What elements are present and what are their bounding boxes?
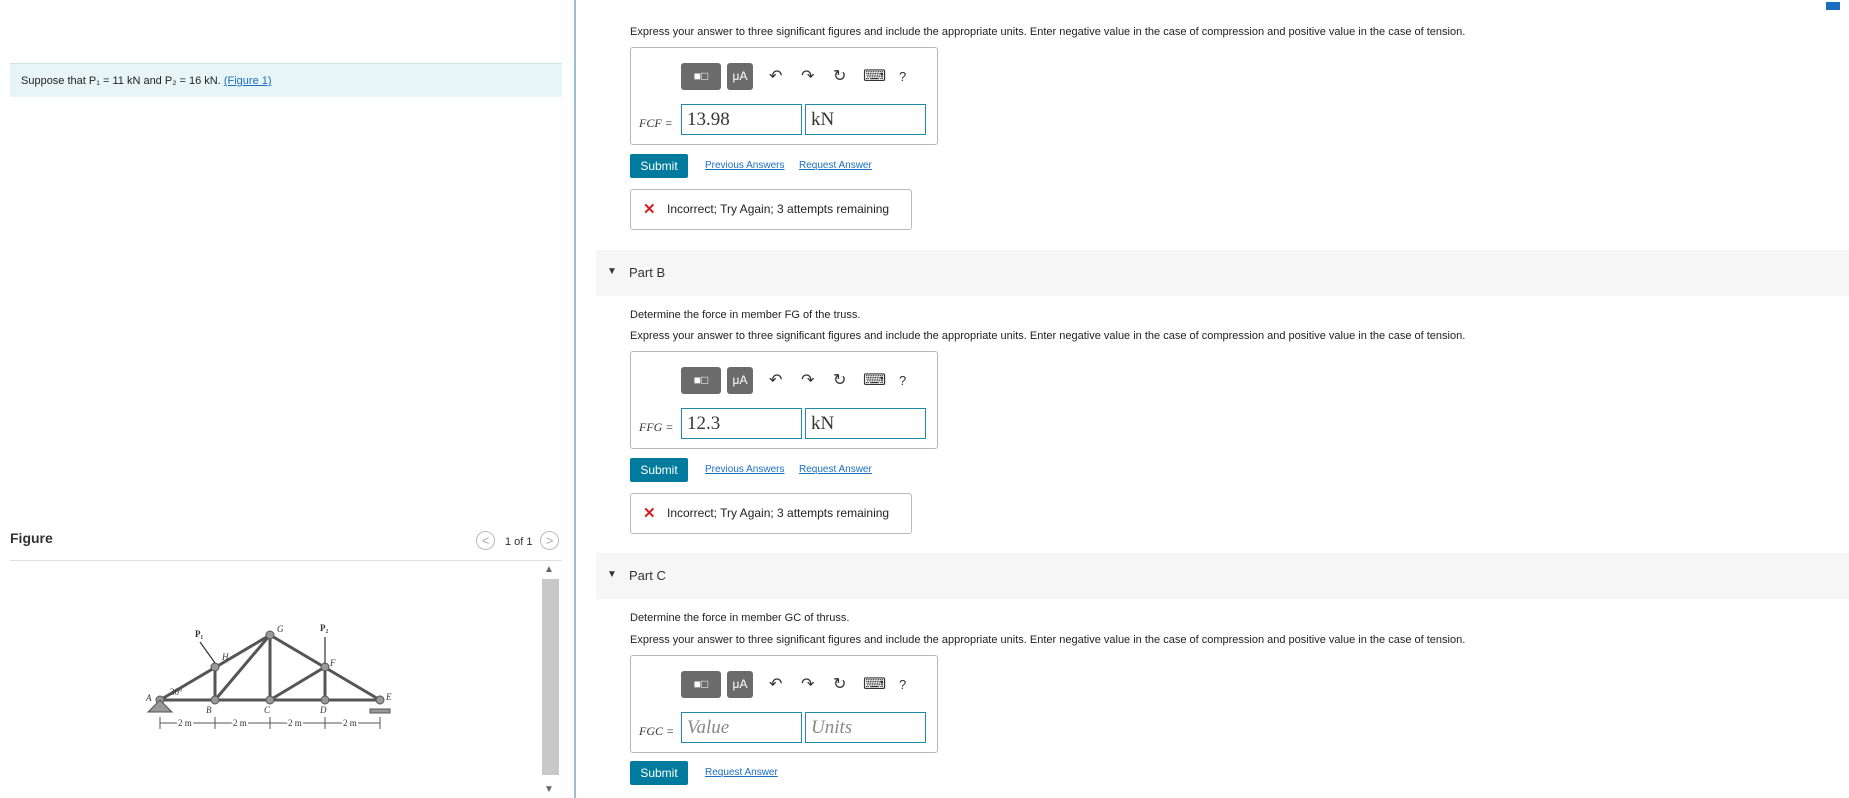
truss-figure: P₁ P₂ A B C D E F G H 30° 2 m 2 m 2 m 2 … — [145, 623, 392, 730]
label-g: G — [277, 624, 284, 634]
templates-button[interactable]: ■□ — [681, 671, 721, 698]
scroll-thumb[interactable] — [542, 579, 559, 775]
figure-title: Figure — [10, 530, 53, 546]
incorrect-icon: ✕ — [643, 505, 656, 522]
templates-button[interactable]: ■□ — [681, 63, 721, 90]
part-a-instructions: Express your answer to three significant… — [630, 26, 1466, 38]
label-a: A — [145, 693, 152, 703]
part-a-toolbar: ■□ μA ↶ ↷ ↻ ⌨ ? — [681, 63, 906, 90]
figure-link[interactable]: (Figure 1) — [224, 75, 272, 87]
dim-cd: 2 m — [288, 718, 302, 728]
part-b-answer-box: ■□ μA ↶ ↷ ↻ ⌨ ? FFG = 12.3 kN — [630, 351, 938, 449]
reset-icon[interactable]: ↻ — [833, 674, 846, 694]
templates-button[interactable]: ■□ — [681, 367, 721, 394]
scroll-down-icon[interactable]: ▼ — [544, 784, 554, 795]
part-c-label: FGC = — [639, 724, 675, 738]
incorrect-icon: ✕ — [643, 201, 656, 218]
redo-icon[interactable]: ↷ — [801, 674, 814, 694]
keyboard-icon[interactable]: ⌨ — [863, 66, 886, 86]
part-c-header[interactable]: ▼ Part C — [596, 553, 1849, 599]
problem-pane: Suppose that P₁ = 11 kN and P₂ = 16 kN. … — [0, 0, 576, 798]
part-b-title: Part B — [629, 265, 666, 280]
undo-icon[interactable]: ↶ — [769, 674, 782, 694]
figure-prev-button[interactable]: < — [476, 531, 495, 550]
figure-next-button[interactable]: > — [540, 531, 559, 550]
dim-bc: 2 m — [233, 718, 247, 728]
collapse-caret-icon[interactable]: ▼ — [607, 266, 617, 277]
dim-ab: 2 m — [178, 718, 192, 728]
part-a-value-input[interactable]: 13.98 — [681, 104, 802, 135]
units-button[interactable]: μA — [727, 671, 753, 698]
undo-icon[interactable]: ↶ — [769, 370, 782, 390]
label-e: E — [385, 692, 392, 702]
reset-icon[interactable]: ↻ — [833, 66, 846, 86]
units-button[interactable]: μA — [727, 63, 753, 90]
part-c-toolbar: ■□ μA ↶ ↷ ↻ ⌨ ? — [681, 671, 906, 698]
scroll-up-icon[interactable]: ▲ — [544, 564, 554, 575]
part-b-request-answer-link[interactable]: Request Answer — [799, 464, 872, 475]
problem-statement: Suppose that P₁ = 11 kN and P₂ = 16 kN. … — [10, 63, 562, 97]
figure-scrollbar[interactable]: ▲ ▼ — [541, 562, 559, 798]
part-c-value-input[interactable]: Value — [681, 712, 802, 743]
collapse-caret-icon[interactable]: ▼ — [607, 569, 617, 580]
part-b-instructions: Express your answer to three significant… — [630, 330, 1466, 342]
answer-pane: Express your answer to three significant… — [576, 0, 1849, 798]
part-c-request-answer-link[interactable]: Request Answer — [705, 767, 778, 778]
part-a-previous-answers-link[interactable]: Previous Answers — [705, 160, 784, 171]
part-b-feedback-text: Incorrect; Try Again; 3 attempts remaini… — [667, 506, 890, 520]
redo-icon[interactable]: ↷ — [801, 370, 814, 390]
part-b-label: FFG = — [639, 420, 674, 434]
part-b-unit-input[interactable]: kN — [805, 408, 926, 439]
part-a-submit-button[interactable]: Submit — [630, 154, 688, 178]
label-c: C — [264, 705, 271, 715]
keyboard-icon[interactable]: ⌨ — [863, 370, 886, 390]
label-f: F — [329, 658, 336, 668]
part-c-title: Part C — [629, 568, 666, 583]
part-a-unit-input[interactable]: kN — [805, 104, 926, 135]
label-p2: P₂ — [320, 623, 328, 633]
units-button[interactable]: μA — [727, 367, 753, 394]
help-icon[interactable]: ? — [899, 69, 906, 84]
part-a-label: FCF = — [639, 116, 673, 130]
label-p1: P₁ — [195, 629, 203, 639]
label-d: D — [319, 705, 327, 715]
label-angle: 30° — [170, 687, 183, 697]
part-c-instructions: Express your answer to three significant… — [630, 634, 1466, 646]
part-c-answer-box: ■□ μA ↶ ↷ ↻ ⌨ ? FGC = Value Units — [630, 655, 938, 753]
undo-icon[interactable]: ↶ — [769, 66, 782, 86]
help-icon[interactable]: ? — [899, 677, 906, 692]
label-h: H — [221, 652, 229, 662]
dim-de: 2 m — [343, 718, 357, 728]
book-icon[interactable] — [1826, 2, 1840, 10]
part-b-feedback: ✕ Incorrect; Try Again; 3 attempts remai… — [630, 493, 912, 534]
part-c-unit-input[interactable]: Units — [805, 712, 926, 743]
part-b-toolbar: ■□ μA ↶ ↷ ↻ ⌨ ? — [681, 367, 906, 394]
problem-text: Suppose that P₁ = 11 kN and P₂ = 16 kN. — [21, 75, 221, 87]
part-a-request-answer-link[interactable]: Request Answer — [799, 160, 872, 171]
part-c-submit-button[interactable]: Submit — [630, 761, 688, 785]
part-c-question: Determine the force in member GC of thru… — [630, 612, 850, 624]
part-a-feedback-text: Incorrect; Try Again; 3 attempts remaini… — [667, 202, 890, 216]
part-b-previous-answers-link[interactable]: Previous Answers — [705, 464, 784, 475]
redo-icon[interactable]: ↷ — [801, 66, 814, 86]
part-b-submit-button[interactable]: Submit — [630, 458, 688, 482]
figure-header: Figure < 1 of 1 > — [10, 530, 562, 561]
part-b-header[interactable]: ▼ Part B — [596, 250, 1849, 296]
part-b-question: Determine the force in member FG of the … — [630, 309, 861, 321]
label-b: B — [206, 705, 212, 715]
figure-pager: 1 of 1 — [505, 536, 533, 548]
part-a-feedback: ✕ Incorrect; Try Again; 3 attempts remai… — [630, 189, 912, 230]
reset-icon[interactable]: ↻ — [833, 370, 846, 390]
part-b-value-input[interactable]: 12.3 — [681, 408, 802, 439]
help-icon[interactable]: ? — [899, 373, 906, 388]
part-a-answer-box: ■□ μA ↶ ↷ ↻ ⌨ ? FCF = 13.98 kN — [630, 47, 938, 145]
keyboard-icon[interactable]: ⌨ — [863, 674, 886, 694]
